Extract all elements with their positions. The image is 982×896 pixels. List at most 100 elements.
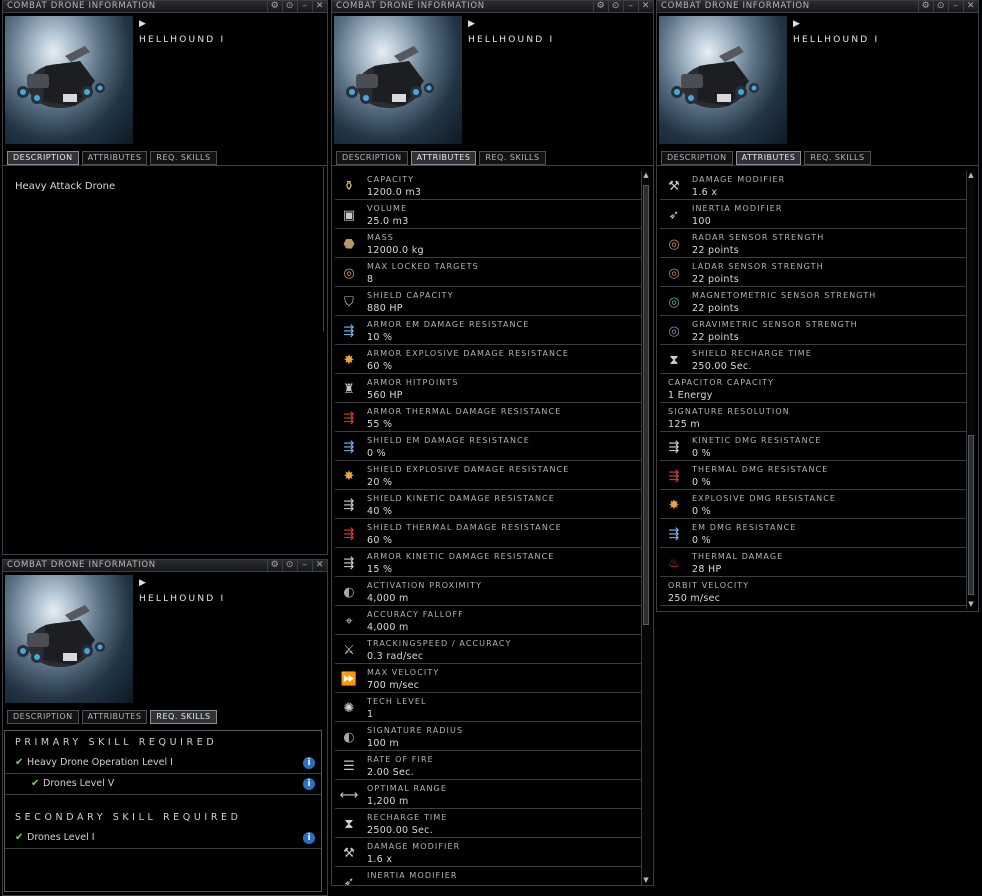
attribute-row[interactable]: ⚒ DAMAGE MODIFIER 1.6 x (660, 171, 966, 200)
attribute-row[interactable]: ◎ GRAVIMETRIC SENSOR STRENGTH 22 points (660, 316, 966, 345)
tab-attributes[interactable]: ATTRIBUTES (81, 710, 148, 724)
scroll-up-icon[interactable]: ▲ (967, 171, 975, 180)
expand-arrow-icon[interactable]: ▶ (139, 578, 146, 588)
expand-arrow-icon[interactable]: ▶ (468, 19, 475, 29)
info-icon[interactable]: i (303, 832, 315, 844)
attribute-row[interactable]: ⇶ KINETIC DMG RESISTANCE 0 % (660, 432, 966, 461)
close-icon[interactable]: ✕ (638, 1, 653, 13)
scroll-thumb[interactable] (968, 435, 974, 595)
scroll-thumb[interactable] (643, 185, 649, 625)
settings-icon[interactable]: ⚙ (267, 560, 282, 572)
attribute-row[interactable]: ✸ ARMOR EXPLOSIVE DAMAGE RESISTANCE 60 % (335, 345, 641, 374)
attribute-row[interactable]: ◎ RADAR SENSOR STRENGTH 22 points (660, 229, 966, 258)
minimize-icon[interactable]: – (623, 1, 638, 13)
attribute-row[interactable]: ⬣ MASS 12000.0 kg (335, 229, 641, 258)
tab-req-skills[interactable]: REQ. SKILLS (150, 151, 217, 165)
info-icon[interactable]: i (303, 757, 315, 769)
close-icon[interactable]: ✕ (312, 560, 327, 572)
attribute-row[interactable]: ◎ LADAR SENSOR STRENGTH 22 points (660, 258, 966, 287)
attribute-row[interactable]: ⚱ CAPACITY 1200.0 m3 (335, 171, 641, 200)
skill-row[interactable]: ✔ Drones Level I i (5, 828, 321, 849)
scroll-edge[interactable] (323, 167, 324, 332)
info-icon[interactable]: i (303, 778, 315, 790)
attribute-row[interactable]: ♨ THERMAL DAMAGE 28 HP (660, 548, 966, 577)
expand-arrow-icon[interactable]: ▶ (139, 19, 146, 29)
attribute-row[interactable]: ⇶ SHIELD THERMAL DAMAGE RESISTANCE 60 % (335, 519, 641, 548)
close-icon[interactable]: ✕ (312, 1, 327, 13)
window-titlebar[interactable]: COMBAT DRONE INFORMATION ⚙ ⊙ – ✕ (3, 1, 327, 13)
scroll-up-icon[interactable]: ▲ (642, 171, 650, 180)
scroll-down-icon[interactable]: ▼ (967, 600, 975, 609)
minimize-icon[interactable]: – (297, 1, 312, 13)
attribute-row[interactable]: ⌖ ACCURACY FALLOFF 4,000 m (335, 606, 641, 635)
attribute-row[interactable]: SIGNATURE RESOLUTION 125 m (660, 403, 966, 432)
attribute-row[interactable]: CAPACITOR CAPACITY 1 Energy (660, 374, 966, 403)
tab-description[interactable]: DESCRIPTION (7, 710, 79, 724)
tab-description[interactable]: DESCRIPTION (661, 151, 733, 165)
attribute-row[interactable]: ⧗ RECHARGE TIME 2500.00 Sec. (335, 809, 641, 838)
scrollbar[interactable]: ▲ ▼ (641, 171, 650, 885)
attribute-row[interactable]: ✺ TECH LEVEL 1 (335, 693, 641, 722)
attribute-row[interactable]: ⇶ SHIELD EM DAMAGE RESISTANCE 0 % (335, 432, 641, 461)
tab-req-skills[interactable]: REQ. SKILLS (804, 151, 871, 165)
drone-thumbnail[interactable] (334, 16, 462, 144)
skill-row[interactable]: ✔ Heavy Drone Operation Level I i (5, 753, 321, 774)
settings-icon[interactable]: ⚙ (593, 1, 608, 13)
attribute-row[interactable]: ⏩ MAX VELOCITY 700 m/sec (335, 664, 641, 693)
settings-icon[interactable]: ⚙ (918, 1, 933, 13)
attribute-row[interactable]: ⟷ OPTIMAL RANGE 1,200 m (335, 780, 641, 809)
attribute-row[interactable]: ✸ EXPLOSIVE DMG RESISTANCE 0 % (660, 490, 966, 519)
tab-attributes[interactable]: ATTRIBUTES (81, 151, 148, 165)
attribute-row[interactable]: ⚔ TRACKINGSPEED / ACCURACY 0.3 rad/sec (335, 635, 641, 664)
tab-description[interactable]: DESCRIPTION (336, 151, 408, 165)
drone-thumbnail[interactable] (5, 575, 133, 703)
attribute-row[interactable]: ⇶ ARMOR THERMAL DAMAGE RESISTANCE 55 % (335, 403, 641, 432)
attribute-label: ARMOR KINETIC DAMAGE RESISTANCE (367, 552, 555, 561)
window-titlebar[interactable]: COMBAT DRONE INFORMATION ⚙ ⊙ – ✕ (332, 1, 653, 13)
window-titlebar[interactable]: COMBAT DRONE INFORMATION ⚙ ⊙ – ✕ (657, 1, 978, 13)
attribute-row[interactable]: ⇶ ARMOR KINETIC DAMAGE RESISTANCE 15 % (335, 548, 641, 577)
attribute-row[interactable]: ◐ ACTIVATION PROXIMITY 4,000 m (335, 577, 641, 606)
skill-row[interactable]: ✔ Drones Level V i (5, 774, 321, 795)
attribute-row[interactable]: ✸ SHIELD EXPLOSIVE DAMAGE RESISTANCE 20 % (335, 461, 641, 490)
expand-arrow-icon[interactable]: ▶ (793, 19, 800, 29)
attribute-row[interactable]: ⚒ DAMAGE MODIFIER 1.6 x (335, 838, 641, 867)
attribute-row[interactable]: ⇶ THERMAL DMG RESISTANCE 0 % (660, 461, 966, 490)
tab-description[interactable]: DESCRIPTION (7, 151, 79, 165)
pin-icon[interactable]: ⊙ (608, 1, 623, 13)
pin-icon[interactable]: ⊙ (282, 560, 297, 572)
scrollbar[interactable]: ▲ ▼ (966, 171, 975, 609)
tab-req-skills[interactable]: REQ. SKILLS (150, 710, 217, 724)
attribute-row[interactable]: ⛉ SHIELD CAPACITY 880 HP (335, 287, 641, 316)
tab-req-skills[interactable]: REQ. SKILLS (479, 151, 546, 165)
attribute-row[interactable]: ◎ MAGNETOMETRIC SENSOR STRENGTH 22 points (660, 287, 966, 316)
pin-icon[interactable]: ⊙ (282, 1, 297, 13)
attribute-row[interactable]: ☰ RATE OF FIRE 2.00 Sec. (335, 751, 641, 780)
drone-thumbnail[interactable] (5, 16, 133, 144)
skill-name: Drones Level I (27, 832, 95, 843)
scroll-down-icon[interactable]: ▼ (642, 876, 650, 885)
window-titlebar[interactable]: COMBAT DRONE INFORMATION ⚙ ⊙ – ✕ (3, 560, 327, 572)
attribute-row[interactable]: ⇶ ARMOR EM DAMAGE RESISTANCE 10 % (335, 316, 641, 345)
attribute-row[interactable]: ⇶ SHIELD KINETIC DAMAGE RESISTANCE 40 % (335, 490, 641, 519)
minimize-icon[interactable]: – (948, 1, 963, 13)
attribute-row[interactable]: ➶ INERTIA MODIFIER 100 (660, 200, 966, 229)
attribute-row[interactable]: ➶ INERTIA MODIFIER (335, 867, 641, 885)
tab-attributes[interactable]: ATTRIBUTES (735, 151, 802, 165)
drone-thumbnail[interactable] (659, 16, 787, 144)
tab-attributes[interactable]: ATTRIBUTES (410, 151, 477, 165)
attribute-row[interactable]: ♜ ARMOR HITPOINTS 560 HP (335, 374, 641, 403)
attribute-row[interactable]: ⧗ SHIELD RECHARGE TIME 250.00 Sec. (660, 345, 966, 374)
drone-info-window-attributes-right: COMBAT DRONE INFORMATION ⚙ ⊙ – ✕ ▶ HELLH… (656, 0, 979, 612)
attribute-row[interactable]: ⇶ EM DMG RESISTANCE 0 % (660, 519, 966, 548)
attribute-value: 8 (367, 274, 374, 285)
attribute-row[interactable]: ◎ MAX LOCKED TARGETS 8 (335, 258, 641, 287)
pin-icon[interactable]: ⊙ (933, 1, 948, 13)
attribute-row[interactable]: ORBIT VELOCITY 250 m/sec (660, 577, 966, 606)
attribute-row[interactable]: ▣ VOLUME 25.0 m3 (335, 200, 641, 229)
minimize-icon[interactable]: – (297, 560, 312, 572)
attribute-value: 250.00 Sec. (692, 361, 752, 372)
close-icon[interactable]: ✕ (963, 1, 978, 13)
attribute-row[interactable]: ◐ SIGNATURE RADIUS 100 m (335, 722, 641, 751)
settings-icon[interactable]: ⚙ (267, 1, 282, 13)
